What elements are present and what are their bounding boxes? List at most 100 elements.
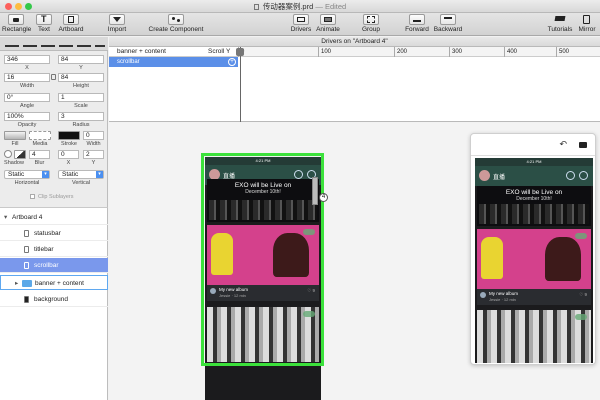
playhead-handle[interactable]	[236, 48, 244, 56]
backward-label: Backward	[433, 26, 463, 33]
phone-titlebar: 直播	[475, 166, 593, 186]
preview-header: ↶	[471, 134, 595, 156]
preview-phone: 4:21 PM 直播 EXO will be Live on December …	[475, 158, 593, 363]
angle-field[interactable]: 0°	[4, 93, 50, 102]
opacity-label: Opacity	[17, 122, 37, 128]
x-label: X	[25, 65, 29, 71]
window-title-bar: 传动器案例.prd — Edited	[0, 0, 600, 13]
media-swatch[interactable]	[29, 131, 51, 140]
layer-rect-icon	[24, 246, 29, 253]
create-component-button[interactable]: Create Component	[148, 14, 204, 33]
drivers-label: Drivers	[290, 26, 312, 33]
album-title: My new album	[489, 291, 519, 296]
fill-swatch[interactable]	[4, 131, 26, 140]
align-center-icon[interactable]	[23, 40, 37, 47]
layer-name: background	[34, 296, 68, 303]
scale-label: Scale	[74, 103, 88, 109]
align-right-icon[interactable]	[41, 40, 55, 47]
ruler-tick: 400	[504, 47, 517, 57]
opacity-field[interactable]: 100%	[4, 112, 50, 121]
y-field[interactable]: 84	[58, 55, 104, 64]
layer-background[interactable]: background	[0, 292, 108, 307]
shadow-y-label: Y	[91, 160, 96, 166]
backward-button[interactable]: Backward	[431, 14, 465, 33]
forward-button[interactable]: Forward	[403, 14, 431, 33]
align-middle-icon[interactable]	[77, 40, 91, 47]
tutorials-button[interactable]: Tutorials	[545, 14, 575, 33]
shadow-color-swatch[interactable]	[14, 150, 26, 159]
blur-field[interactable]: 4	[29, 150, 50, 159]
height-field[interactable]: 84	[58, 73, 104, 82]
vertical-label: Vertical	[71, 180, 91, 186]
shadow-y-field[interactable]: 2	[83, 150, 104, 159]
text-button[interactable]: T Text	[33, 14, 55, 33]
vertical-select[interactable]: Static ▾	[58, 170, 104, 179]
create-component-label: Create Component	[148, 26, 204, 33]
lock-ratio-icon[interactable]	[51, 74, 56, 80]
album-info: My new album Jessie · 12 min ♡ 9	[477, 289, 591, 305]
driver-playhead[interactable]	[236, 47, 244, 122]
drivers-header: Drivers on "Artboard 4"	[109, 37, 600, 47]
scale-field[interactable]: 1	[58, 93, 104, 102]
driver-source-row[interactable]: banner + content Scroll Y	[109, 47, 238, 57]
align-toolbar	[0, 37, 108, 51]
drivers-icon	[293, 14, 309, 25]
minimize-window-button[interactable]	[15, 3, 22, 10]
group-button[interactable]: Group	[359, 14, 383, 33]
fill-label: Fill	[11, 141, 19, 147]
folder-icon	[22, 280, 32, 287]
layer-statusbar[interactable]: statusbar	[0, 226, 108, 241]
album-photo	[477, 229, 591, 289]
edited-status: — Edited	[315, 2, 347, 11]
rewind-icon[interactable]: ↶	[559, 139, 567, 150]
disclosure-closed-icon[interactable]: ▸	[15, 276, 18, 291]
inspector-panel: 346 84 X Y 16 84 Width Height 0° 1 Angle…	[0, 37, 108, 207]
ruler-tick: 300	[449, 47, 462, 57]
drivers-button[interactable]: Drivers	[289, 14, 313, 33]
close-window-button[interactable]	[5, 3, 12, 10]
scrollbar-selection[interactable]	[312, 177, 318, 205]
banner-date: December 10th!	[516, 196, 552, 202]
record-icon[interactable]	[579, 142, 587, 148]
refresh-icon	[566, 171, 575, 180]
align-left-icon[interactable]	[5, 40, 19, 47]
layer-group-artboard[interactable]: ▾ Artboard 4	[0, 210, 108, 225]
document-icon	[253, 4, 259, 10]
mirror-label: Mirror	[578, 26, 596, 33]
driver-source-label: banner + content	[117, 48, 166, 55]
tutorials-label: Tutorials	[547, 26, 573, 33]
stroke-width-field[interactable]: 0	[83, 131, 104, 140]
shadow-x-field[interactable]: 0	[58, 150, 79, 159]
group-photo	[477, 310, 591, 363]
chevron-down-icon: ▾	[42, 171, 49, 178]
x-field[interactable]: 346	[4, 55, 50, 64]
align-top-icon[interactable]	[59, 40, 73, 47]
layer-banner-content[interactable]: ▸ banner + content	[0, 275, 108, 290]
import-button[interactable]: Import	[104, 14, 130, 33]
layer-titlebar[interactable]: titlebar	[0, 242, 108, 257]
rectangle-button[interactable]: Rectangle	[2, 14, 31, 33]
clip-sublayers-checkbox[interactable]	[30, 194, 35, 199]
disclosure-open-icon[interactable]: ▾	[4, 210, 7, 225]
stroke-width-label: Width	[86, 141, 101, 147]
banner-card: EXO will be Live on December 10th!	[477, 186, 591, 226]
zoom-window-button[interactable]	[25, 3, 32, 10]
width-field[interactable]: 16	[4, 73, 50, 82]
banner-title: EXO will be Live on	[505, 189, 563, 196]
driver-row-scrollbar[interactable]: scrollbar +	[109, 57, 238, 67]
align-bottom-icon[interactable]	[95, 40, 105, 47]
clip-sublayers-label: Clip Sublayers	[38, 194, 74, 200]
layer-scrollbar[interactable]: scrollbar	[0, 258, 108, 273]
animate-button[interactable]: Animate	[315, 14, 341, 33]
driver-handle[interactable]: 4	[319, 193, 328, 202]
text-icon: T	[36, 14, 52, 25]
horizontal-select[interactable]: Static ▾	[4, 170, 50, 179]
phone-statusbar: 4:21 PM	[475, 158, 593, 166]
add-keyframe-icon[interactable]: +	[228, 58, 236, 66]
shadow-toggle[interactable]	[4, 150, 12, 158]
radius-field[interactable]: 3	[58, 112, 104, 121]
height-label: Height	[73, 83, 89, 89]
mirror-button[interactable]: Mirror	[576, 14, 598, 33]
artboard-button[interactable]: Artboard	[57, 14, 85, 33]
stroke-swatch[interactable]	[58, 131, 80, 140]
